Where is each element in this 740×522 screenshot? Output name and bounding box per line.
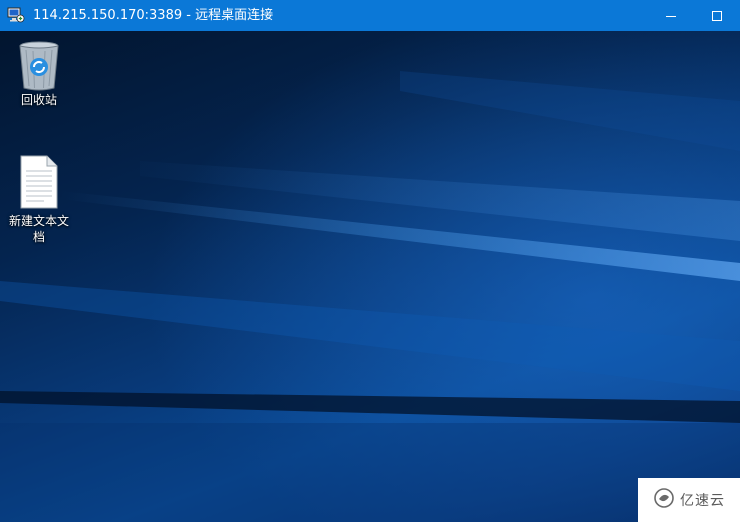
window-title: 114.215.150.170:3389 - 远程桌面连接 (33, 8, 274, 23)
maximize-icon (712, 6, 722, 25)
text-document-icon (18, 155, 60, 209)
minimize-icon (666, 6, 676, 25)
yisu-cloud-logo (653, 487, 675, 513)
recycle-bin-icon (16, 40, 62, 92)
desktop-icon-label: 回收站 (20, 93, 57, 107)
minimize-button[interactable] (648, 0, 694, 31)
desktop-icon-recycle-bin[interactable]: 回收站 (7, 40, 71, 108)
desktop-wallpaper (0, 31, 740, 522)
watermark-text: 亿速云 (680, 493, 725, 509)
remote-desktop-icon (7, 7, 25, 23)
maximize-button[interactable] (694, 0, 740, 31)
remote-desktop[interactable]: 回收站 新建文本文档 (0, 31, 740, 522)
desktop-icon-text-document[interactable]: 新建文本文档 (7, 155, 71, 245)
title-bar[interactable]: 114.215.150.170:3389 - 远程桌面连接 (0, 0, 740, 31)
watermark: 亿速云 (638, 478, 740, 522)
desktop-icon-label: 新建文本文档 (8, 214, 69, 244)
